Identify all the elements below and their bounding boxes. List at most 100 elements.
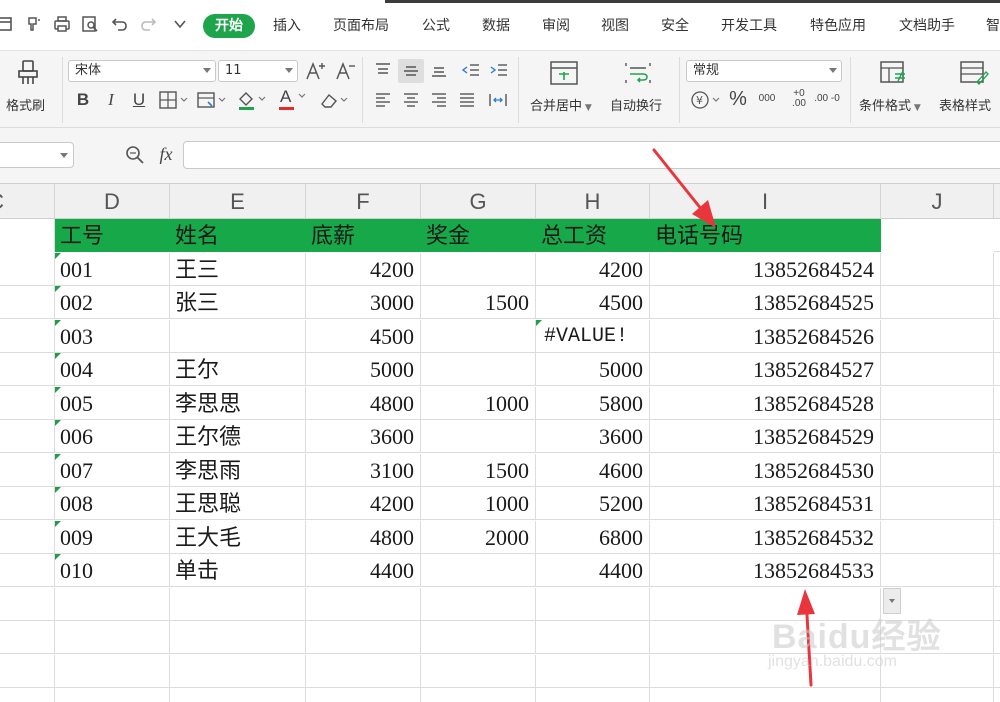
- cell-phone[interactable]: 13852684525: [650, 286, 881, 319]
- format-painter-label[interactable]: 格式刷: [6, 95, 45, 114]
- font-size-select[interactable]: 11: [218, 60, 298, 82]
- cell-name[interactable]: 王大毛: [170, 521, 306, 554]
- header-cell-name[interactable]: 姓名: [170, 219, 306, 252]
- decrease-indent-icon[interactable]: [460, 59, 482, 81]
- cell[interactable]: [421, 688, 536, 702]
- cell-style-icon[interactable]: [196, 89, 230, 111]
- print-preview-icon[interactable]: [80, 14, 100, 34]
- cell-name[interactable]: 单击: [170, 554, 306, 587]
- cell-j[interactable]: [881, 454, 994, 487]
- align-left-icon[interactable]: [372, 89, 394, 111]
- cell-base[interactable]: 4200: [306, 487, 421, 520]
- fx-label[interactable]: fx: [152, 142, 180, 166]
- cell-base[interactable]: 3600: [306, 420, 421, 453]
- cell-name[interactable]: 张三: [170, 286, 306, 319]
- underline-button[interactable]: U: [128, 89, 150, 111]
- wrap-text-icon[interactable]: [622, 59, 654, 87]
- cell-id[interactable]: 002: [55, 286, 170, 319]
- cell[interactable]: [0, 219, 55, 252]
- column-header-e[interactable]: E: [170, 184, 306, 219]
- tab-smart[interactable]: 智: [986, 14, 1000, 38]
- cell-base[interactable]: 4500: [306, 320, 421, 353]
- cell-total[interactable]: 5200: [536, 487, 650, 520]
- cell-j[interactable]: [881, 253, 994, 286]
- header-cell-id[interactable]: 工号: [55, 219, 170, 252]
- cell-c[interactable]: [0, 487, 55, 520]
- column-header-g[interactable]: G: [421, 184, 536, 219]
- cell-base[interactable]: 3100: [306, 454, 421, 487]
- cell-j[interactable]: [881, 420, 994, 453]
- increase-decimal-button[interactable]: +0 .00: [786, 87, 812, 111]
- cell[interactable]: [306, 588, 421, 621]
- cell-total[interactable]: 6800: [536, 521, 650, 554]
- cell-total[interactable]: 4200: [536, 253, 650, 286]
- cell-id[interactable]: 005: [55, 387, 170, 420]
- cell-base[interactable]: 4200: [306, 253, 421, 286]
- cell[interactable]: [306, 688, 421, 702]
- cell[interactable]: [0, 588, 55, 621]
- cell-c[interactable]: [0, 420, 55, 453]
- cell-id[interactable]: 003: [55, 320, 170, 353]
- header-cell-bonus[interactable]: 奖金: [421, 219, 536, 252]
- cell[interactable]: [536, 621, 650, 654]
- cell-bonus[interactable]: 1000: [421, 387, 536, 420]
- clear-icon[interactable]: [318, 89, 352, 111]
- cell-total[interactable]: #VALUE!: [536, 320, 650, 353]
- header-cell-base[interactable]: 底薪: [306, 219, 421, 252]
- cell[interactable]: [0, 655, 55, 688]
- cell-bonus[interactable]: [421, 253, 536, 286]
- cell-j[interactable]: [881, 387, 994, 420]
- cell-total[interactable]: 4600: [536, 454, 650, 487]
- font-name-select[interactable]: 宋体: [68, 60, 216, 82]
- cell-phone[interactable]: 13852684528: [650, 387, 881, 420]
- cell-id[interactable]: 007: [55, 454, 170, 487]
- cell-c[interactable]: [0, 554, 55, 587]
- cell-id[interactable]: 004: [55, 353, 170, 386]
- column-header-c[interactable]: C: [0, 184, 55, 219]
- tab-developer[interactable]: 开发工具: [721, 14, 777, 38]
- tab-home[interactable]: 开始: [203, 14, 255, 38]
- undo-icon[interactable]: [110, 14, 130, 34]
- cell-base[interactable]: 4400: [306, 554, 421, 587]
- cell[interactable]: [170, 588, 306, 621]
- bold-button[interactable]: B: [72, 89, 94, 111]
- cell[interactable]: [536, 655, 650, 688]
- merge-center-label[interactable]: 合并居中 ▼: [530, 95, 592, 114]
- cell-bonus[interactable]: [421, 320, 536, 353]
- cell-total[interactable]: 5800: [536, 387, 650, 420]
- cell[interactable]: [421, 655, 536, 688]
- cell-c[interactable]: [0, 521, 55, 554]
- tab-page-layout[interactable]: 页面布局: [333, 14, 389, 38]
- cell-bonus[interactable]: 2000: [421, 521, 536, 554]
- cell-c[interactable]: [0, 387, 55, 420]
- cell-c[interactable]: [0, 286, 55, 319]
- tab-special-features[interactable]: 特色应用: [810, 14, 866, 38]
- cell-j[interactable]: [881, 554, 994, 587]
- cell-phone[interactable]: 13852684529: [650, 420, 881, 453]
- cell-c[interactable]: [0, 454, 55, 487]
- borders-icon[interactable]: [158, 89, 192, 111]
- cell-total[interactable]: 4500: [536, 286, 650, 319]
- justify-icon[interactable]: [456, 89, 478, 111]
- cell[interactable]: [306, 655, 421, 688]
- name-box[interactable]: [0, 142, 74, 168]
- cell[interactable]: [421, 588, 536, 621]
- tab-security[interactable]: 安全: [661, 14, 689, 38]
- cell[interactable]: [170, 655, 306, 688]
- cell-bonus[interactable]: 1500: [421, 286, 536, 319]
- table-style-label[interactable]: 表格样式: [939, 95, 991, 114]
- cell-base[interactable]: 4800: [306, 521, 421, 554]
- cell-phone[interactable]: 13852684527: [650, 353, 881, 386]
- more-icon[interactable]: [170, 14, 190, 34]
- cell-id[interactable]: 009: [55, 521, 170, 554]
- cell-phone[interactable]: 13852684526: [650, 320, 881, 353]
- cell[interactable]: [170, 621, 306, 654]
- cell[interactable]: [55, 688, 170, 702]
- column-header-h[interactable]: H: [536, 184, 650, 219]
- cell-bonus[interactable]: [421, 420, 536, 453]
- cell-name[interactable]: 王尔德: [170, 420, 306, 453]
- redo-icon[interactable]: [138, 14, 158, 34]
- cell-j[interactable]: [881, 353, 994, 386]
- header-cell-total[interactable]: 总工资: [536, 219, 650, 252]
- cell-name[interactable]: [170, 320, 306, 353]
